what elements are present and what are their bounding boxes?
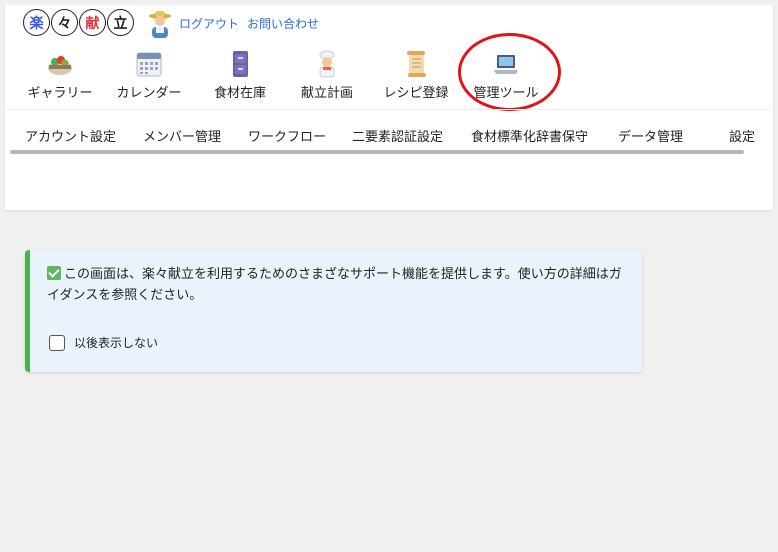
nav-divider <box>5 109 773 110</box>
highlight-annotation <box>458 33 561 111</box>
logo-char: 立 <box>107 9 134 36</box>
logo-char: 々 <box>51 9 78 36</box>
nav-label: レシピ登録 <box>383 86 449 101</box>
subtabs-scrollbar[interactable] <box>10 150 744 154</box>
logo-char: 献 <box>79 9 106 36</box>
nav-recipe-register[interactable]: レシピ登録 <box>378 49 454 101</box>
dont-show-again[interactable]: 以後表示しない <box>49 334 158 351</box>
contact-link[interactable]: お問い合わせ <box>247 15 319 32</box>
salad-bowl-icon <box>48 56 72 75</box>
nav-gallery[interactable]: ギャラリー <box>23 49 97 101</box>
nav-inventory[interactable]: 食材在庫 <box>203 49 277 101</box>
notice-text: この画面は、楽々献立を利用するためのさまざなサポート機能を提供します。使い方の詳… <box>47 267 622 303</box>
top-links: ログアウト お問い合わせ <box>179 15 319 32</box>
farmer-avatar-icon <box>149 11 171 38</box>
subtab-two-factor-auth[interactable]: 二要素認証設定 <box>352 126 443 145</box>
subtab-member-management[interactable]: メンバー管理 <box>143 126 221 145</box>
calendar-icon <box>136 52 162 77</box>
nav-label: カレンダー <box>116 86 182 101</box>
nav-calendar[interactable]: カレンダー <box>112 49 186 101</box>
nav-label: ギャラリー <box>27 86 93 101</box>
app-header: 楽 々 献 立 ログアウト お問い合わせ ギャラリー カレンダー 食材在庫 献立… <box>5 5 773 210</box>
subtab-data-management[interactable]: データ管理 <box>618 126 683 145</box>
notice-message: この画面は、楽々献立を利用するためのさまざなサポート機能を提供します。使い方の詳… <box>47 264 627 306</box>
info-notice: この画面は、楽々献立を利用するためのさまざなサポート機能を提供します。使い方の詳… <box>25 250 642 372</box>
nav-menu-plan[interactable]: 献立計画 <box>290 49 364 101</box>
nav-label: 献立計画 <box>300 86 353 101</box>
subtab-workflow[interactable]: ワークフロー <box>248 126 326 145</box>
scroll-icon <box>407 51 426 77</box>
subtab-settings[interactable]: 設定 <box>729 126 755 145</box>
check-mark-icon <box>47 266 61 280</box>
dont-show-checkbox[interactable] <box>49 334 65 351</box>
filing-cabinet-icon <box>233 51 248 77</box>
nav-label: 食材在庫 <box>213 86 266 101</box>
subtab-ingredient-dictionary[interactable]: 食材標準化辞書保守 <box>471 126 588 145</box>
logout-link[interactable]: ログアウト <box>179 15 239 32</box>
subtab-account-settings[interactable]: アカウント設定 <box>25 126 116 145</box>
dont-show-label: 以後表示しない <box>74 336 159 350</box>
logo-char: 楽 <box>23 9 50 36</box>
chef-icon <box>319 50 335 78</box>
app-logo[interactable]: 楽 々 献 立 <box>23 9 135 39</box>
